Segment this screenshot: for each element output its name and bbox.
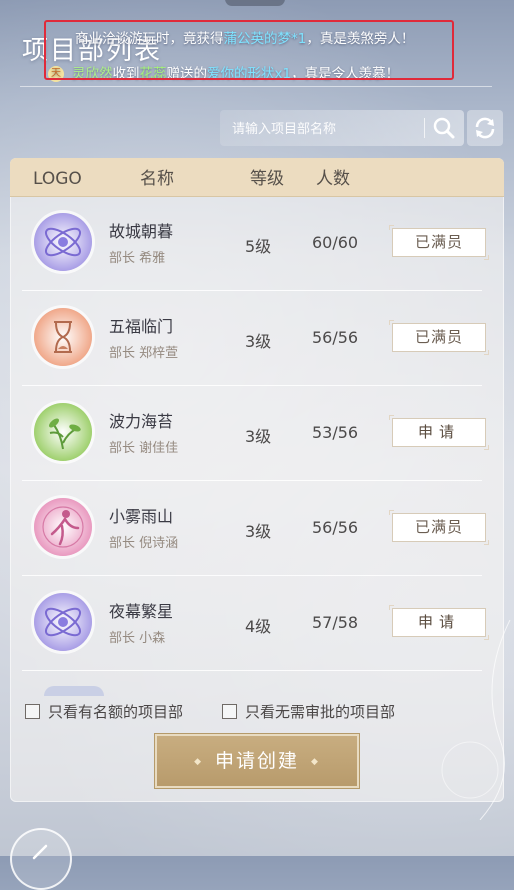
- department-level: 3级: [245, 427, 272, 446]
- member-count: 57/58: [312, 613, 359, 632]
- dancer-icon: [34, 498, 92, 556]
- full-status-button[interactable]: 已满员: [389, 225, 489, 260]
- department-head: 部长 小森: [109, 631, 166, 646]
- floral-decoration-icon: [441, 620, 511, 820]
- department-name: 夜幕繁星: [109, 602, 174, 621]
- department-level: 3级: [245, 332, 272, 351]
- filter-label: 只看有名额的项目部: [48, 703, 184, 721]
- department-head: 部长 希雅: [109, 251, 166, 266]
- column-header-level: 等级: [250, 169, 284, 189]
- department-level: 3级: [245, 522, 272, 541]
- department-name: 五福临门: [109, 317, 174, 336]
- broadcast-highlight-box: [44, 20, 454, 80]
- top-handle: [225, 0, 285, 6]
- atom-planet-icon: [34, 593, 92, 651]
- table-header: LOGO 名称 等级 人数: [10, 158, 504, 197]
- hourglass-icon: [34, 308, 92, 366]
- full-status-button[interactable]: 已满员: [389, 320, 489, 355]
- table-row[interactable]: 波力海苔 部长 谢佳佳 3级 53/56 申请: [22, 386, 490, 480]
- department-name: 小雾雨山: [109, 507, 174, 526]
- member-count: 56/56: [312, 518, 359, 537]
- department-list-panel: LOGO 名称 等级 人数 故城朝暮 部长 希雅 5级 60/60 已满员 五福…: [10, 158, 504, 802]
- column-header-count: 人数: [316, 169, 350, 189]
- department-name: 波力海苔: [109, 412, 174, 431]
- column-header-logo: LOGO: [33, 169, 82, 189]
- table-row[interactable]: 夜幕繁星 部长 小森 4级 57/58 申请: [22, 576, 490, 670]
- apply-button[interactable]: 申请: [389, 415, 489, 450]
- full-status-button[interactable]: 已满员: [389, 510, 489, 545]
- row-divider: [22, 670, 482, 671]
- table-row[interactable]: 五福临门 部长 郑梓萱 3级 56/56 已满员: [22, 291, 490, 385]
- department-head: 部长 倪诗涵: [109, 536, 179, 551]
- create-button-label: 申请创建: [214, 750, 299, 772]
- column-header-name: 名称: [140, 169, 174, 189]
- apply-create-button[interactable]: ◆ 申请创建 ◆: [155, 734, 359, 788]
- back-button[interactable]: [10, 828, 72, 890]
- search-divider: [424, 118, 425, 138]
- checkbox[interactable]: [222, 704, 237, 719]
- atom-planet-icon: [34, 213, 92, 271]
- leaf-sprout-icon: [34, 403, 92, 461]
- diamond-ornament-icon: ◆: [194, 756, 203, 767]
- title-divider: [20, 86, 492, 87]
- table-row[interactable]: 故城朝暮 部长 希雅 5级 60/60 已满员: [22, 196, 490, 290]
- filter-no-approval[interactable]: 只看无需审批的项目部: [222, 701, 395, 722]
- search-bar: [220, 110, 464, 148]
- next-row-avatar: [44, 686, 104, 696]
- diamond-ornament-icon: ◆: [311, 756, 320, 767]
- department-head: 部长 谢佳佳: [109, 441, 179, 456]
- refresh-icon[interactable]: [467, 110, 503, 146]
- filter-has-quota[interactable]: 只看有名额的项目部: [25, 701, 183, 722]
- member-count: 60/60: [312, 233, 359, 252]
- department-level: 5级: [245, 237, 272, 256]
- search-input[interactable]: [230, 110, 424, 148]
- member-count: 53/56: [312, 423, 359, 442]
- checkbox[interactable]: [25, 704, 40, 719]
- department-head: 部长 郑梓萱: [109, 346, 179, 361]
- search-icon[interactable]: [431, 115, 457, 141]
- member-count: 56/56: [312, 328, 359, 347]
- department-list[interactable]: 故城朝暮 部长 希雅 5级 60/60 已满员 五福临门 部长 郑梓萱 3级 5…: [10, 196, 504, 688]
- filter-label: 只看无需审批的项目部: [245, 703, 396, 721]
- department-level: 4级: [245, 617, 272, 636]
- department-name: 故城朝暮: [109, 222, 174, 241]
- back-arrow-icon: [32, 844, 48, 860]
- table-row[interactable]: 小雾雨山 部长 倪诗涵 3级 56/56 已满员: [22, 481, 490, 575]
